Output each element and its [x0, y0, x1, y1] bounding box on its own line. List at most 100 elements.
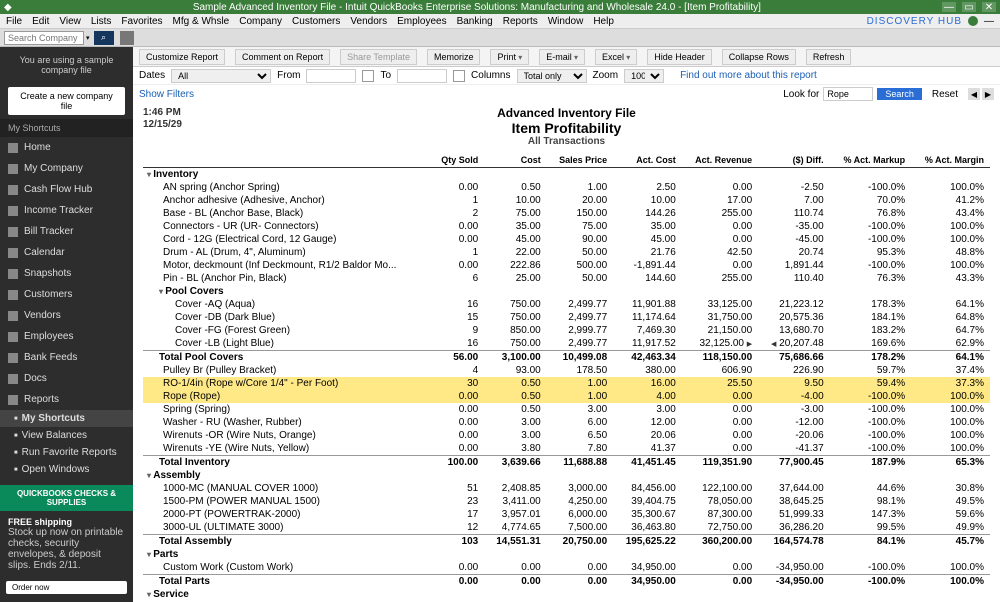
table-row[interactable]: Cord - 12G (Electrical Cord, 12 Gauge)0.… — [143, 233, 990, 246]
print-dropdown[interactable]: Print — [490, 49, 529, 65]
maximize-button[interactable]: ▭ — [962, 2, 976, 12]
excel-dropdown[interactable]: Excel — [595, 49, 637, 65]
columns-select[interactable]: Total only — [517, 69, 587, 83]
table-row[interactable]: Cover -AQ (Aqua)16750.002,499.7711,901.8… — [143, 298, 990, 311]
close-button[interactable]: ✕ — [982, 2, 996, 12]
table-row[interactable]: Pulley Br (Pulley Bracket)493.00178.5038… — [143, 364, 990, 377]
table-row[interactable]: 1500-PM (POWER MANUAL 1500)233,411.004,2… — [143, 495, 990, 508]
col-header[interactable]: Cost — [484, 153, 547, 168]
menu-edit[interactable]: Edit — [32, 16, 49, 27]
from-calendar-icon[interactable] — [362, 70, 374, 82]
sidebar-item-cashflowhub[interactable]: Cash Flow Hub — [0, 179, 133, 200]
table-row[interactable]: Spring (Spring)0.000.503.003.000.00-3.00… — [143, 403, 990, 416]
prev-result-button[interactable]: ◀ — [968, 88, 980, 100]
subsection-header[interactable]: Pool Covers — [143, 285, 990, 298]
table-row[interactable]: Anchor adhesive (Adhesive, Anchor)110.00… — [143, 194, 990, 207]
discovery-hub-link[interactable]: DISCOVERY HUB — [867, 16, 962, 27]
menu-banking[interactable]: Banking — [457, 16, 493, 27]
find-out-more-link[interactable]: Find out more about this report — [680, 70, 817, 81]
table-row[interactable]: AN spring (Anchor Spring)0.000.501.002.5… — [143, 181, 990, 194]
dates-select[interactable]: All — [171, 69, 271, 83]
refresh-button[interactable]: Refresh — [806, 49, 852, 65]
menu-reports[interactable]: Reports — [503, 16, 538, 27]
sidebar-item-vendors[interactable]: Vendors — [0, 305, 133, 326]
global-search-button[interactable]: ⌕ — [94, 31, 114, 45]
menu-customers[interactable]: Customers — [292, 16, 340, 27]
col-header[interactable]: ($) Diff. — [758, 153, 830, 168]
sidebar-item-calendar[interactable]: Calendar — [0, 242, 133, 263]
col-header[interactable]: Sales Price — [547, 153, 613, 168]
table-row[interactable]: Wirenuts -OR (Wire Nuts, Orange)0.003.00… — [143, 429, 990, 442]
sidebar-item-billtracker[interactable]: Bill Tracker — [0, 221, 133, 242]
menu-view[interactable]: View — [59, 16, 81, 27]
global-search-input[interactable] — [4, 31, 84, 45]
to-date-input[interactable] — [397, 69, 447, 83]
sidebar-sub-runfavoritereports[interactable]: ■ Run Favorite Reports — [0, 444, 133, 461]
sidebar-sub-viewbalances[interactable]: ■ View Balances — [0, 427, 133, 444]
table-row[interactable]: 3000-UL (ULTIMATE 3000)124,774.657,500.0… — [143, 521, 990, 535]
table-row[interactable]: Motor, deckmount (Inf Deckmount, R1/2 Ba… — [143, 259, 990, 272]
collapse-rows-button[interactable]: Collapse Rows — [722, 49, 796, 65]
table-row[interactable]: Rope (Rope)0.000.501.004.000.00-4.00-100… — [143, 390, 990, 403]
from-date-input[interactable] — [306, 69, 356, 83]
zoom-select[interactable]: 100% — [624, 69, 664, 83]
sidebar-item-docs[interactable]: Docs — [0, 368, 133, 389]
menu-file[interactable]: File — [6, 16, 22, 27]
table-row[interactable]: Total Assembly10314,551.3120,750.00195,6… — [143, 535, 990, 549]
sidebar-item-incometracker[interactable]: Income Tracker — [0, 200, 133, 221]
search-dropdown-arrow[interactable]: ▾ — [84, 34, 92, 42]
reset-button[interactable]: Reset — [926, 88, 964, 101]
table-row[interactable]: Cover -DB (Dark Blue)15750.002,499.7711,… — [143, 311, 990, 324]
menu-help[interactable]: Help — [593, 16, 614, 27]
table-row[interactable]: Total Pool Covers56.003,100.0010,499.084… — [143, 351, 990, 365]
hide-header-button[interactable]: Hide Header — [647, 49, 712, 65]
memorize-button[interactable]: Memorize — [427, 49, 481, 65]
sidebar-item-bankfeeds[interactable]: Bank Feeds — [0, 347, 133, 368]
table-row[interactable]: Drum - AL (Drum, 4", Aluminum)122.0050.0… — [143, 246, 990, 259]
col-header[interactable]: % Act. Markup — [830, 153, 912, 168]
promo-banner[interactable]: QUICKBOOKS CHECKS & SUPPLIES — [0, 485, 133, 511]
share-template-button[interactable]: Share Template — [340, 49, 417, 65]
col-header[interactable]: Act. Cost — [613, 153, 682, 168]
menu-employees[interactable]: Employees — [397, 16, 446, 27]
col-header[interactable]: % Act. Margin — [911, 153, 990, 168]
section-header[interactable]: Assembly — [143, 469, 990, 482]
create-company-button[interactable]: Create a new company file — [8, 87, 125, 115]
table-row[interactable]: Custom Work (Custom Work)0.000.000.0034,… — [143, 561, 990, 575]
menu-window[interactable]: Window — [548, 16, 584, 27]
section-header[interactable]: Service — [143, 588, 990, 601]
table-row[interactable]: Base - BL (Anchor Base, Black)275.00150.… — [143, 207, 990, 220]
customize-report-button[interactable]: Customize Report — [139, 49, 225, 65]
order-now-button[interactable]: Order now — [6, 581, 127, 594]
table-row[interactable]: 2000-PT (POWERTRAK-2000)173,957.016,000.… — [143, 508, 990, 521]
sidebar-sub-myshortcuts[interactable]: ■ My Shortcuts — [0, 410, 133, 427]
sidebar-item-home[interactable]: Home — [0, 137, 133, 158]
table-row[interactable]: 1000-MC (MANUAL COVER 1000)512,408.853,0… — [143, 482, 990, 495]
lookfor-input[interactable] — [823, 87, 873, 101]
col-header[interactable]: Qty Sold — [430, 153, 484, 168]
table-row[interactable]: Washer - RU (Washer, Rubber)0.003.006.00… — [143, 416, 990, 429]
menu-favorites[interactable]: Favorites — [121, 16, 162, 27]
menu-vendors[interactable]: Vendors — [350, 16, 387, 27]
menu-lists[interactable]: Lists — [91, 16, 112, 27]
minimize-button[interactable]: — — [942, 2, 956, 12]
table-row[interactable]: Cover -FG (Forest Green)9850.002,999.777… — [143, 324, 990, 337]
search-button[interactable]: Search — [877, 88, 922, 100]
sidebar-item-mycompany[interactable]: My Company — [0, 158, 133, 179]
table-row[interactable]: Total Parts0.000.000.0034,950.000.00-34,… — [143, 575, 990, 589]
section-header[interactable]: Inventory — [143, 168, 990, 182]
next-result-button[interactable]: ▶ — [982, 88, 994, 100]
show-filters-link[interactable]: Show Filters — [139, 89, 194, 100]
sidebar-item-snapshots[interactable]: Snapshots — [0, 263, 133, 284]
table-row[interactable]: Cover -LB (Light Blue)16750.002,499.7711… — [143, 337, 990, 351]
comment-button[interactable]: Comment on Report — [235, 49, 330, 65]
sidebar-item-reports[interactable]: Reports — [0, 389, 133, 410]
table-row[interactable]: RO-1/4in (Rope w/Core 1/4" - Per Foot)30… — [143, 377, 990, 390]
section-header[interactable]: Parts — [143, 548, 990, 561]
sidebar-sub-openwindows[interactable]: ■ Open Windows — [0, 461, 133, 478]
menu-mfgwhsle[interactable]: Mfg & Whsle — [173, 16, 230, 27]
menu-company[interactable]: Company — [239, 16, 282, 27]
col-header[interactable]: Act. Revenue — [682, 153, 758, 168]
email-dropdown[interactable]: E-mail — [539, 49, 585, 65]
table-row[interactable]: Wirenuts -YE (Wire Nuts, Yellow)0.003.80… — [143, 442, 990, 456]
